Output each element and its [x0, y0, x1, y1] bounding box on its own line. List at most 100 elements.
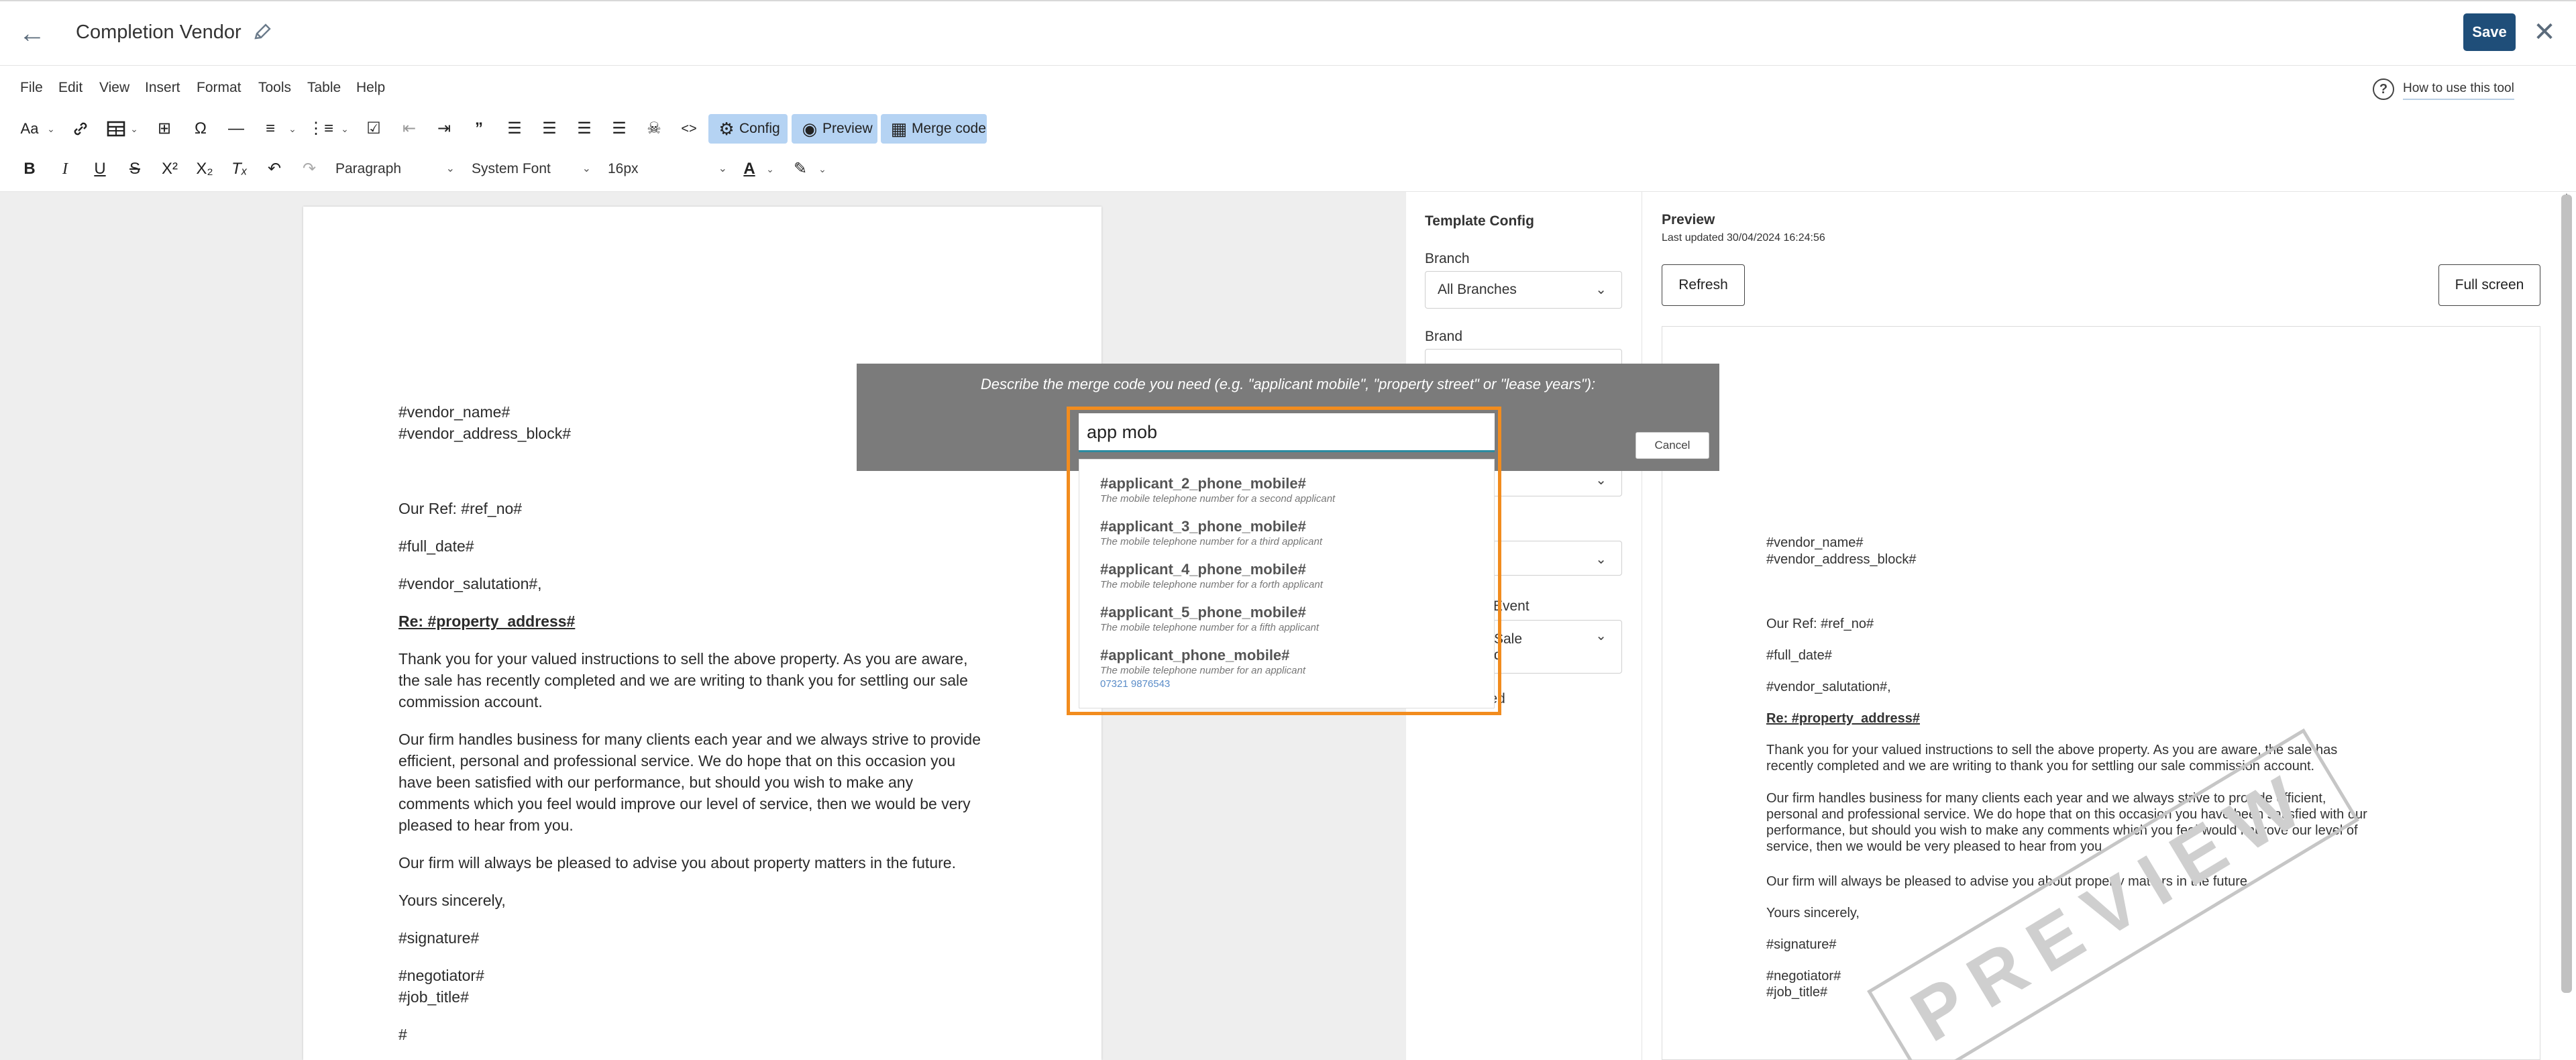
clear-formatting-icon[interactable]: Tₓ — [226, 154, 253, 184]
chevron-down-icon[interactable]: ⌄ — [287, 114, 298, 144]
outdent-icon[interactable]: ⇤ — [396, 114, 423, 144]
indent-icon[interactable]: ⇥ — [431, 114, 458, 144]
menu-insert[interactable]: Insert — [145, 80, 180, 96]
text-color-icon[interactable]: A — [738, 154, 761, 184]
doc-line[interactable]: Thank you for your valued instructions t… — [398, 648, 967, 670]
doc-line[interactable]: efficient, personal and professional ser… — [398, 750, 955, 772]
table-icon[interactable] — [103, 114, 129, 144]
scrollbar[interactable] — [2561, 195, 2572, 993]
menu-table[interactable]: Table — [307, 80, 341, 96]
doc-line[interactable]: Yours sincerely, — [398, 890, 506, 911]
preview-line: #negotiator# — [1766, 969, 1841, 984]
horizontal-rule-icon[interactable]: — — [223, 114, 250, 144]
align-right-icon[interactable]: ☰ — [571, 114, 598, 144]
source-code-icon[interactable]: <> — [676, 114, 702, 144]
menu-edit[interactable]: Edit — [58, 80, 83, 96]
checklist-icon[interactable]: ☑ — [360, 114, 387, 144]
align-center-icon[interactable]: ☰ — [536, 114, 563, 144]
doc-line[interactable]: #vendor_address_block# — [398, 423, 571, 444]
underline-icon[interactable]: U — [87, 154, 113, 184]
doc-line[interactable]: Our firm will always be pleased to advis… — [398, 852, 956, 873]
suggestion-item[interactable]: #applicant_5_phone_mobile# The mobile te… — [1100, 604, 1319, 635]
italic-icon[interactable]: I — [52, 154, 78, 184]
doc-line[interactable]: #vendor_name# — [398, 401, 510, 423]
suggestion-item[interactable]: #applicant_3_phone_mobile# The mobile te… — [1100, 518, 1322, 549]
align-left-icon[interactable]: ☰ — [501, 114, 528, 144]
font-size-select[interactable]: 16px ⌄ — [608, 156, 727, 182]
subscript-icon[interactable]: X₂ — [191, 154, 218, 184]
chevron-down-icon: ⌄ — [445, 163, 455, 174]
question-circle-icon[interactable]: ? — [2373, 78, 2394, 100]
doc-line[interactable]: the sale has recently completed and we a… — [398, 670, 968, 691]
special-character-icon[interactable]: Ω — [187, 114, 214, 144]
doc-line[interactable]: Our Ref: #ref_no# — [398, 498, 522, 519]
chevron-down-icon[interactable]: ⌄ — [129, 114, 140, 144]
preview-line: Yours sincerely, — [1766, 906, 1860, 920]
doc-line[interactable]: # — [398, 1024, 407, 1045]
block-format-select[interactable]: Paragraph ⌄ — [335, 156, 455, 182]
full-screen-button[interactable]: Full screen — [2438, 264, 2540, 306]
align-justify-icon[interactable]: ☰ — [606, 114, 633, 144]
bold-icon[interactable]: B — [16, 154, 43, 184]
page-break-icon[interactable]: ⊞ — [151, 114, 178, 144]
chevron-down-icon: ⌄ — [1595, 552, 1607, 567]
doc-line[interactable]: commission account. — [398, 691, 543, 712]
menu-file[interactable]: File — [20, 80, 43, 96]
suggestion-description: The mobile telephone number for a fifth … — [1100, 622, 1320, 633]
suggestion-item[interactable]: #applicant_phone_mobile# The mobile tele… — [1100, 647, 1305, 691]
doc-line[interactable]: Re: #property_address# — [398, 611, 575, 632]
branch-select[interactable]: All Branches ⌄ — [1425, 271, 1622, 309]
strikethrough-icon[interactable]: S — [121, 154, 148, 184]
superscript-icon[interactable]: X² — [156, 154, 183, 184]
numbered-list-icon[interactable]: ≡ — [257, 114, 284, 144]
chevron-down-icon[interactable]: ⌄ — [339, 114, 350, 144]
suggestion-code: #applicant_3_phone_mobile# — [1100, 518, 1306, 535]
pencil-icon[interactable] — [250, 20, 274, 44]
suggestion-item[interactable]: #applicant_4_phone_mobile# The mobile te… — [1100, 561, 1323, 592]
merge-code-toggle-label: Merge code — [912, 121, 986, 136]
chevron-down-icon[interactable]: ⌄ — [817, 154, 828, 184]
suggestion-description: The mobile telephone number for an appli… — [1100, 665, 1306, 676]
doc-line[interactable]: pleased to hear from you. — [398, 814, 574, 836]
merge-code-search-input[interactable]: app mob — [1079, 413, 1495, 452]
bullet-list-icon[interactable]: ⋮≡ — [307, 114, 334, 144]
suggestion-description: The mobile telephone number for a forth … — [1100, 579, 1323, 590]
config-toggle[interactable]: ⚙ Config — [708, 114, 788, 144]
accessibility-icon[interactable]: ☠ — [641, 114, 667, 144]
blockquote-icon[interactable]: ” — [466, 114, 492, 144]
undo-icon[interactable]: ↶ — [261, 154, 288, 184]
doc-line[interactable]: #negotiator# — [398, 965, 484, 986]
chevron-down-icon[interactable]: ⌄ — [765, 154, 775, 184]
highlight-color-icon[interactable]: ✎ — [789, 154, 812, 184]
back-arrow-icon[interactable]: ← — [16, 19, 48, 48]
merge-code-icon: ▦ — [890, 119, 908, 139]
menu-format[interactable]: Format — [197, 80, 241, 96]
close-icon[interactable]: ✕ — [2531, 19, 2558, 46]
doc-line[interactable]: have been satisfied with our performance… — [398, 772, 913, 793]
refresh-button[interactable]: Refresh — [1662, 264, 1745, 306]
doc-line[interactable]: #vendor_salutation#, — [398, 573, 542, 594]
suggestion-item[interactable]: #applicant_2_phone_mobile# The mobile te… — [1100, 475, 1335, 506]
save-button[interactable]: Save — [2463, 13, 2516, 51]
doc-line[interactable]: #full_date# — [398, 535, 474, 557]
preview-line: #vendor_salutation#, — [1766, 680, 1891, 694]
preview-toggle[interactable]: ◉ Preview — [792, 114, 877, 144]
font-family-select[interactable]: System Font ⌄ — [472, 156, 591, 182]
menu-view[interactable]: View — [99, 80, 129, 96]
doc-line[interactable]: #signature# — [398, 927, 479, 949]
doc-line[interactable]: #job_title# — [398, 986, 469, 1008]
suggestion-code: #applicant_2_phone_mobile# — [1100, 475, 1306, 492]
font-size-value: 16px — [608, 161, 639, 176]
link-icon[interactable] — [67, 114, 94, 144]
doc-line[interactable]: Our firm handles business for many clien… — [398, 729, 981, 750]
font-case-icon[interactable]: Aa — [16, 114, 43, 144]
cancel-button[interactable]: Cancel — [1635, 432, 1709, 459]
merge-code-toggle[interactable]: ▦ Merge code — [881, 114, 987, 144]
menu-tools[interactable]: Tools — [258, 80, 291, 96]
menu-help[interactable]: Help — [356, 80, 385, 96]
how-to-use-link[interactable]: How to use this tool — [2403, 81, 2514, 100]
chevron-down-icon[interactable]: ⌄ — [46, 114, 56, 144]
doc-line[interactable]: comments which you feel would improve ou… — [398, 793, 971, 814]
header-bar — [0, 0, 2576, 66]
redo-icon[interactable]: ↷ — [296, 154, 323, 184]
